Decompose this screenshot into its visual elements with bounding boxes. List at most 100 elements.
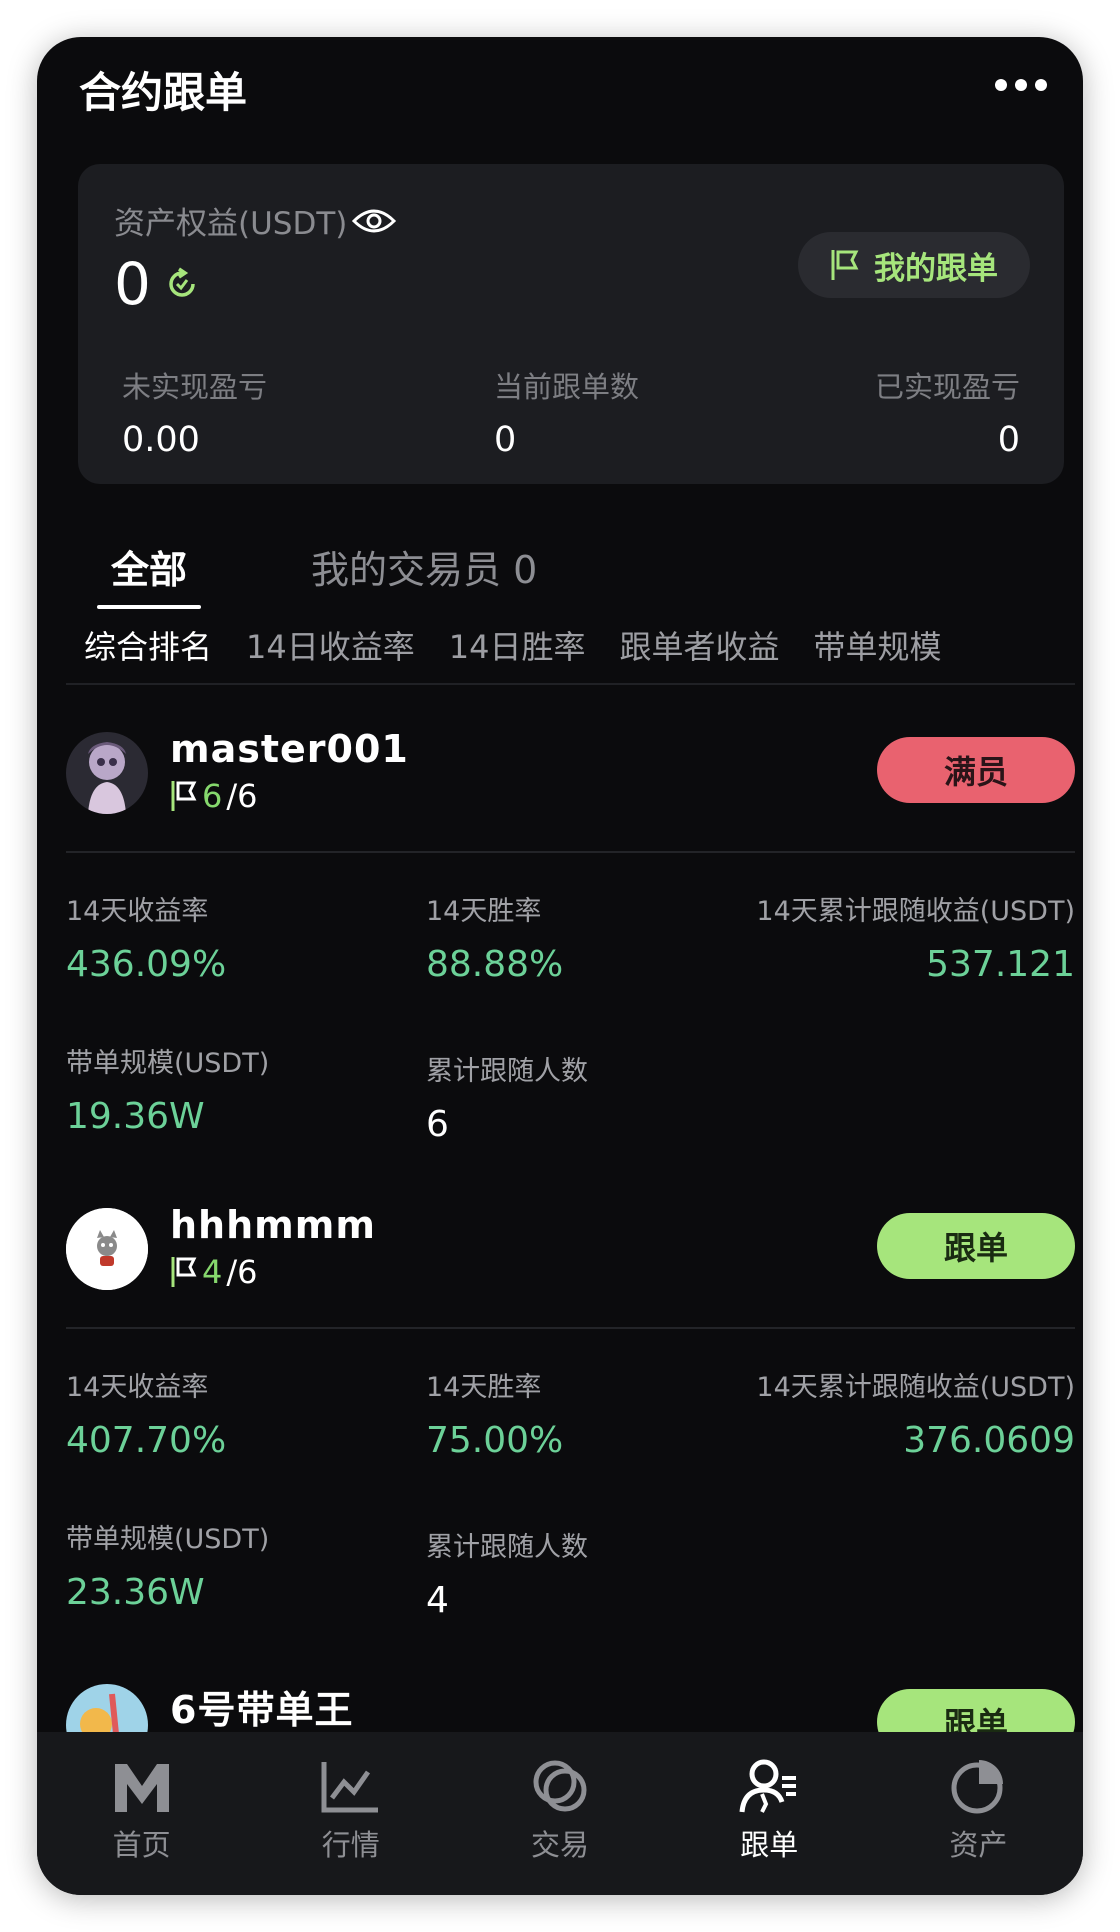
tab-label: 全部 — [111, 548, 188, 592]
trader-name[interactable]: hhhmmm — [170, 1203, 376, 1247]
metric-value: 436.09% — [66, 944, 227, 985]
full-button[interactable]: 满员 — [877, 737, 1075, 803]
metric-value: 23.36W — [66, 1572, 205, 1613]
tab-all[interactable]: 全部 — [97, 539, 202, 609]
flag-icon — [171, 781, 197, 811]
metric-follower-profit: 14天累计跟随收益(USDT) 537.121 — [756, 889, 1075, 985]
trade-circles-icon — [533, 1760, 587, 1812]
sort-14d-winrate[interactable]: 14日胜率 — [449, 622, 586, 668]
tab-label: 我的交易员 0 — [311, 548, 538, 592]
metric-value: 407.70% — [66, 1420, 227, 1461]
metric-followers: 累计跟随人数 4 — [426, 1525, 588, 1621]
sort-14d-roi[interactable]: 14日收益率 — [246, 622, 415, 668]
sort-follower-profit[interactable]: 跟单者收益 — [619, 622, 779, 668]
stat-value: 0.00 — [122, 420, 200, 460]
nav-label: 资产 — [949, 1828, 1008, 1862]
stat-label: 已实现盈亏 — [874, 370, 1020, 404]
trader-tabs: 全部 我的交易员 0 — [97, 539, 647, 609]
trader-name[interactable]: master001 — [170, 727, 409, 771]
tab-underline — [97, 605, 202, 609]
current-follow-count: 当前跟单数 0 — [494, 364, 639, 460]
copy-trade-user-icon — [739, 1759, 797, 1813]
follow-button[interactable]: 跟单 — [877, 1689, 1075, 1732]
asset-label: 资产权益(USDT) — [114, 206, 348, 242]
stat-label: 未实现盈亏 — [122, 370, 268, 404]
refresh-icon[interactable] — [165, 267, 199, 301]
home-m-icon — [114, 1764, 169, 1812]
follow-button[interactable]: 跟单 — [877, 1213, 1075, 1279]
nav-assets[interactable]: 资产 — [874, 1732, 1083, 1895]
trader-divider — [66, 1327, 1075, 1329]
slots-total: /6 — [226, 1253, 258, 1291]
metric-win-rate: 14天胜率 75.00% — [426, 1365, 563, 1461]
asset-card: 资产权益(USDT) 0 我的跟单 未实现盈亏 0.00 当前跟单数 0 已实现… — [78, 164, 1064, 484]
metric-label: 14天累计跟随收益(USDT) — [756, 1372, 1075, 1403]
metric-value: 376.0609 — [903, 1420, 1075, 1461]
metric-label: 14天累计跟随收益(USDT) — [756, 896, 1075, 927]
nav-trade[interactable]: 交易 — [455, 1732, 664, 1895]
slots-current: 6 — [202, 777, 223, 815]
stat-label: 当前跟单数 — [494, 370, 640, 404]
trader-card: hhhmmm 4/6 跟单 14天收益率 407.70% 14天胜率 75.00… — [66, 1203, 1075, 1643]
my-follow-label: 我的跟单 — [874, 250, 998, 287]
metric-win-rate: 14天胜率 88.88% — [426, 889, 563, 985]
metric-label: 14天胜率 — [426, 896, 542, 927]
metric-roi: 14天收益率 407.70% — [66, 1365, 226, 1461]
metric-scale: 带单规模(USDT) 19.36W — [66, 1041, 269, 1137]
avatar[interactable] — [66, 732, 148, 814]
nav-label: 行情 — [321, 1828, 380, 1862]
trader-name[interactable]: 6号带单王 — [170, 1679, 353, 1732]
eye-icon[interactable] — [351, 206, 397, 236]
trader-slots: 4/6 — [170, 1253, 258, 1291]
metric-value: 4 — [426, 1580, 449, 1621]
asset-label-row: 资产权益(USDT) — [114, 198, 397, 243]
nav-market[interactable]: 行情 — [246, 1732, 455, 1895]
realized-pnl: 已实现盈亏 0 — [875, 364, 1020, 460]
unrealized-pnl: 未实现盈亏 0.00 — [122, 364, 267, 460]
avatar[interactable] — [66, 1684, 148, 1732]
flag-icon — [171, 1257, 197, 1287]
page-title: 合约跟单 — [79, 68, 248, 117]
metric-roi: 14天收益率 436.09% — [66, 889, 226, 985]
metric-scale: 带单规模(USDT) 23.36W — [66, 1517, 269, 1613]
trader-slots: 6/6 — [170, 777, 258, 815]
market-chart-icon — [321, 1762, 378, 1813]
sort-options: 综合排名 14日收益率 14日胜率 跟单者收益 带单规模 — [84, 622, 942, 668]
stat-value: 0 — [997, 420, 1020, 460]
section-divider — [66, 683, 1075, 685]
more-dots-icon[interactable] — [995, 79, 1047, 91]
metric-value: 88.88% — [426, 944, 564, 985]
bottom-nav: 首页 行情 交易 跟单 资产 — [37, 1732, 1083, 1895]
assets-pie-icon — [951, 1760, 1004, 1814]
flag-icon — [831, 250, 859, 280]
nav-copy-trade[interactable]: 跟单 — [665, 1732, 874, 1895]
metric-follower-profit: 14天累计跟随收益(USDT) 376.0609 — [756, 1365, 1075, 1461]
nav-label: 交易 — [531, 1828, 590, 1862]
nav-label: 跟单 — [740, 1828, 799, 1862]
stat-value: 0 — [494, 420, 517, 460]
asset-value-row: 0 — [114, 250, 199, 318]
asset-value: 0 — [114, 250, 151, 318]
trader-divider — [66, 851, 1075, 853]
metric-label: 累计跟随人数 — [426, 1056, 588, 1087]
trader-card: 6号带单王 跟单 — [66, 1679, 1075, 1732]
metric-label: 14天收益率 — [66, 896, 209, 927]
nav-label: 首页 — [112, 1828, 171, 1862]
sort-scale[interactable]: 带单规模 — [814, 622, 942, 668]
metric-value: 537.121 — [926, 944, 1075, 985]
trader-card: master001 6/6 满员 14天收益率 436.09% 14天胜率 88… — [66, 727, 1075, 1167]
nav-home[interactable]: 首页 — [37, 1732, 246, 1895]
metric-label: 14天胜率 — [426, 1372, 542, 1403]
metric-value: 6 — [426, 1104, 449, 1145]
sort-composite[interactable]: 综合排名 — [84, 622, 212, 668]
slots-total: /6 — [226, 777, 258, 815]
metric-value: 75.00% — [426, 1420, 564, 1461]
avatar[interactable] — [66, 1208, 148, 1290]
tab-my-traders[interactable]: 我的交易员 0 — [297, 539, 551, 594]
slots-current: 4 — [202, 1253, 223, 1291]
metric-label: 累计跟随人数 — [426, 1532, 588, 1563]
metric-value: 19.36W — [66, 1096, 205, 1137]
my-follow-button[interactable]: 我的跟单 — [798, 232, 1030, 298]
app-screen: 合约跟单 资产权益(USDT) 0 我的跟单 未实现盈亏 0.00 当前跟单数 … — [37, 37, 1083, 1895]
metric-label: 14天收益率 — [66, 1372, 209, 1403]
